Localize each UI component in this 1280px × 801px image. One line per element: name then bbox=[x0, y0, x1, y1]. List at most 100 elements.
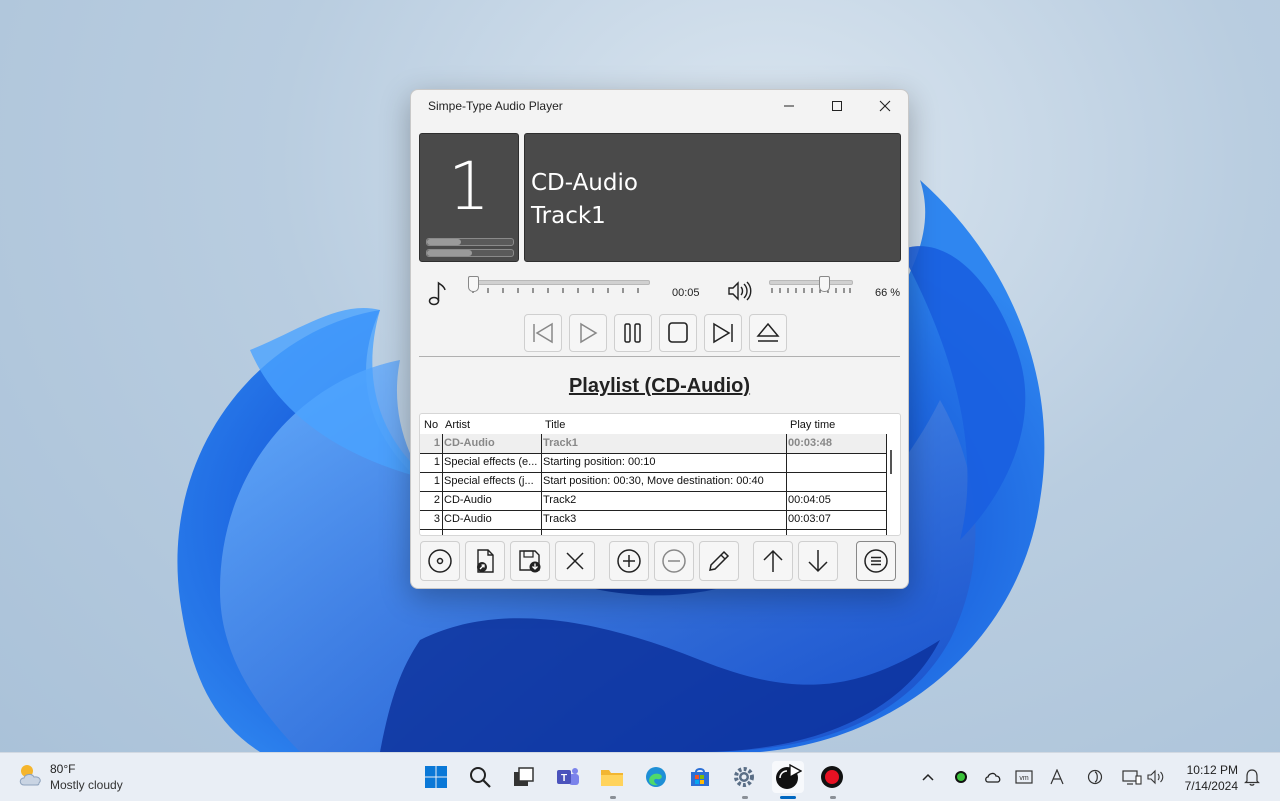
play-button[interactable] bbox=[569, 314, 607, 352]
teams-button[interactable]: T bbox=[552, 761, 584, 793]
start-button[interactable] bbox=[420, 761, 452, 793]
notifications-button[interactable] bbox=[1242, 767, 1262, 787]
volume-thumb[interactable] bbox=[819, 276, 830, 292]
cell-title: Track1 bbox=[543, 437, 578, 449]
table-row[interactable]: 2 CD-Audio Track2 00:04:05 bbox=[420, 491, 886, 511]
file-explorer-button[interactable] bbox=[596, 761, 628, 793]
save-playlist-button[interactable] bbox=[510, 541, 550, 581]
input-method-tray[interactable] bbox=[1047, 767, 1067, 787]
move-up-button[interactable] bbox=[753, 541, 793, 581]
track-info-display: CD-Audio Track1 bbox=[524, 133, 901, 262]
maximize-button[interactable] bbox=[814, 90, 860, 122]
weather-widget[interactable]: 80°F Mostly cloudy bbox=[16, 761, 123, 794]
audio-player-taskbar-button[interactable] bbox=[772, 761, 804, 793]
table-scrollbar[interactable] bbox=[890, 450, 892, 474]
tray-status[interactable] bbox=[951, 767, 971, 787]
settings-button[interactable] bbox=[728, 761, 760, 793]
maximize-icon bbox=[832, 101, 842, 111]
svg-text:T: T bbox=[561, 773, 567, 784]
minimize-button[interactable] bbox=[766, 90, 812, 122]
night-light-tray[interactable] bbox=[1085, 767, 1105, 787]
playlist-table[interactable]: No Artist Title Play time 1 CD-Audio Track… bbox=[419, 413, 901, 536]
active-indicator bbox=[780, 796, 796, 799]
font-a-icon bbox=[1050, 769, 1064, 785]
close-button[interactable] bbox=[862, 90, 908, 122]
network-tray[interactable] bbox=[1122, 767, 1142, 787]
running-indicator bbox=[830, 796, 836, 799]
store-button[interactable] bbox=[684, 761, 716, 793]
column-divider bbox=[442, 434, 443, 535]
table-row[interactable]: 1 Special effects (j... Start position: 00… bbox=[420, 472, 886, 492]
onedrive-tray[interactable] bbox=[983, 767, 1003, 787]
header-artist[interactable]: Artist bbox=[445, 419, 470, 431]
pause-button[interactable] bbox=[614, 314, 652, 352]
volume-ticks bbox=[771, 288, 851, 293]
column-divider bbox=[886, 434, 887, 535]
edge-button[interactable] bbox=[640, 761, 672, 793]
eject-icon bbox=[756, 322, 780, 342]
edge-browser-icon bbox=[646, 767, 666, 787]
open-file-button[interactable] bbox=[465, 541, 505, 581]
stop-button[interactable] bbox=[659, 314, 697, 352]
cell-time: 00:04:05 bbox=[788, 494, 831, 506]
recorder-button[interactable] bbox=[816, 761, 848, 793]
table-row[interactable]: 1 Special effects (e... Starting position:… bbox=[420, 453, 886, 473]
edit-item-button[interactable] bbox=[699, 541, 739, 581]
moon-icon bbox=[1087, 769, 1103, 785]
skip-back-icon bbox=[533, 322, 553, 344]
cell-title: Starting position: 00:10 bbox=[543, 456, 656, 468]
task-view-icon bbox=[514, 767, 534, 786]
add-item-button[interactable] bbox=[609, 541, 649, 581]
volume-tray[interactable] bbox=[1146, 767, 1166, 787]
task-view-button[interactable] bbox=[508, 761, 540, 793]
cell-no: 2 bbox=[433, 494, 440, 506]
vmware-tray[interactable]: vm bbox=[1014, 767, 1034, 787]
move-down-button[interactable] bbox=[798, 541, 838, 581]
minus-circle-icon bbox=[662, 549, 686, 573]
table-header: No Artist Title Play time bbox=[420, 414, 900, 432]
windows-logo-icon bbox=[425, 766, 447, 788]
seek-thumb[interactable] bbox=[468, 276, 479, 292]
table-row[interactable]: 3 CD-Audio Track3 00:03:07 bbox=[420, 510, 886, 530]
arrow-up-icon bbox=[763, 549, 783, 572]
cell-title: Start position: 00:30, Move destination:… bbox=[543, 475, 764, 487]
cell-artist: Special effects (e... bbox=[444, 456, 538, 468]
eject-button[interactable] bbox=[749, 314, 787, 352]
header-no[interactable]: No bbox=[424, 419, 438, 431]
seek-row: 00:05 66 % bbox=[411, 276, 908, 306]
cell-no: 1 bbox=[433, 456, 440, 468]
menu-circle-icon bbox=[864, 549, 888, 573]
show-hidden-icons-button[interactable] bbox=[918, 767, 938, 787]
previous-button[interactable] bbox=[524, 314, 562, 352]
cell-artist: CD-Audio bbox=[444, 437, 495, 449]
clock[interactable]: 10:12 PM 7/14/2024 bbox=[1174, 762, 1238, 794]
seek-slider[interactable] bbox=[468, 276, 650, 296]
playlist-toolbar bbox=[411, 541, 908, 581]
menu-button[interactable] bbox=[856, 541, 896, 581]
info-source: CD-Audio bbox=[531, 170, 638, 196]
weather-condition: Mostly cloudy bbox=[50, 778, 123, 792]
close-icon bbox=[879, 100, 891, 112]
track-number-display: 1 bbox=[419, 133, 519, 262]
next-button[interactable] bbox=[704, 314, 742, 352]
skip-forward-icon bbox=[713, 322, 733, 344]
header-title[interactable]: Title bbox=[545, 419, 565, 431]
cell-artist: CD-Audio bbox=[444, 494, 492, 506]
volume-slider[interactable] bbox=[769, 276, 853, 296]
table-row[interactable]: 1 CD-Audio Track1 00:03:48 bbox=[420, 434, 886, 454]
title-bar[interactable]: Simpe-Type Audio Player bbox=[411, 90, 908, 122]
running-indicator bbox=[742, 796, 748, 799]
track-number: 1 bbox=[448, 148, 490, 225]
speaker-icon[interactable] bbox=[727, 280, 753, 302]
cloud-icon bbox=[985, 772, 1001, 783]
arrow-down-icon bbox=[808, 550, 828, 573]
open-cd-button[interactable] bbox=[420, 541, 460, 581]
pencil-icon bbox=[709, 550, 730, 571]
search-button[interactable] bbox=[464, 761, 496, 793]
running-indicator bbox=[610, 796, 616, 799]
clear-playlist-button[interactable] bbox=[555, 541, 595, 581]
pause-icon bbox=[624, 323, 641, 343]
remove-item-button[interactable] bbox=[654, 541, 694, 581]
level-meter-left bbox=[426, 238, 514, 246]
header-play-time[interactable]: Play time bbox=[790, 419, 835, 431]
